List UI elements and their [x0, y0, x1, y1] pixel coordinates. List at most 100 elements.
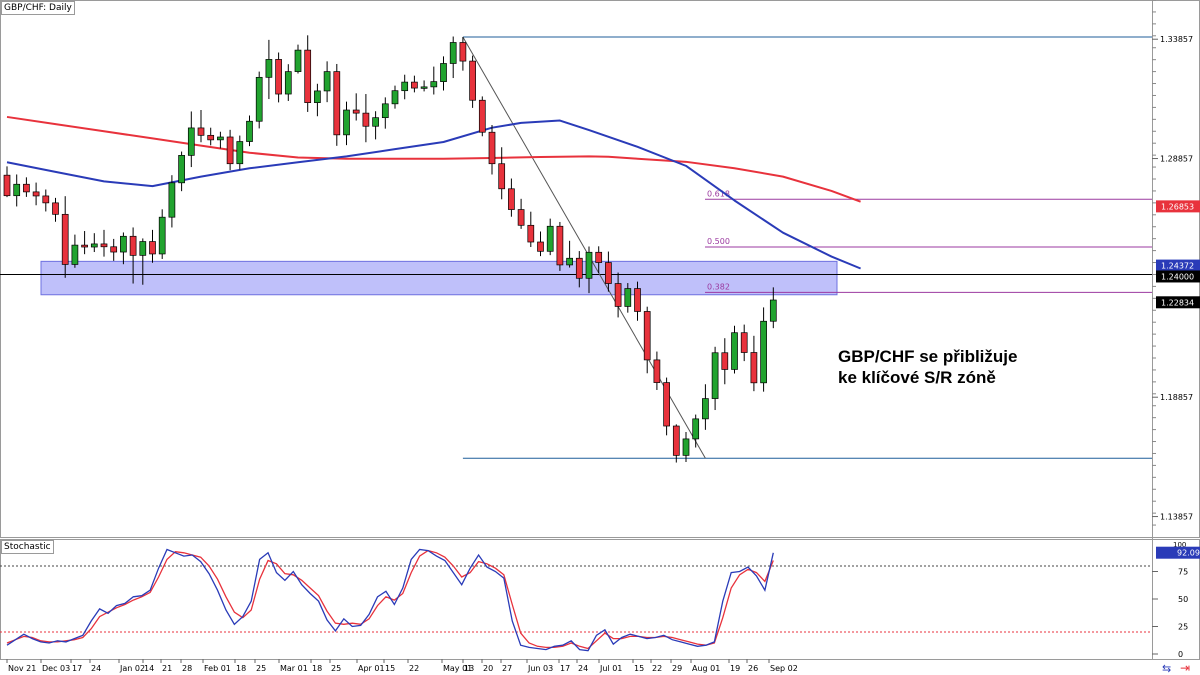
candle-body — [294, 49, 302, 72]
candle-body — [178, 155, 185, 184]
candle — [187, 111, 195, 168]
candle — [488, 125, 496, 175]
time-tick-label: Apr 01 — [358, 664, 385, 673]
time-tick-label: Dec 03 — [42, 664, 70, 673]
candle-body — [217, 136, 224, 141]
candle-body — [614, 283, 622, 307]
candle-body — [246, 120, 253, 142]
candle — [760, 307, 767, 392]
candle-body — [760, 320, 767, 384]
candle-body — [352, 109, 360, 114]
annotation-line-2: ke klíčové S/R zóně — [838, 368, 996, 387]
time-tick-label: 20 — [483, 664, 493, 673]
candle-body — [498, 163, 506, 190]
candle-body — [750, 352, 758, 384]
candle — [478, 96, 486, 137]
chart-title: GBP/CHF: Daily — [1, 1, 75, 15]
candle-body — [187, 127, 195, 156]
chart-canvas[interactable]: 0.6180.5000.382 1.338571.288571.188571.1… — [0, 0, 1200, 675]
candle-body — [362, 112, 370, 127]
candle-body — [721, 352, 729, 370]
candle-body — [692, 418, 700, 440]
price-badge-label: 1.26853 — [1161, 202, 1194, 211]
time-tick-label: 14 — [144, 664, 154, 673]
candle — [546, 218, 554, 256]
candle — [352, 93, 360, 121]
time-tick-label: 18 — [236, 664, 246, 673]
candle — [275, 52, 282, 103]
candle — [672, 424, 680, 463]
price-axis-layer: 1.33857 1.28857 1.18857 1.13857 1.26853 1.243… — [1152, 0, 1200, 526]
time-tick-label: 24 — [91, 664, 101, 673]
candle-body — [265, 59, 273, 78]
candle-body — [556, 225, 564, 266]
candle-body — [449, 42, 457, 64]
candle-body — [643, 311, 651, 361]
time-tick-label: 15 — [634, 664, 644, 673]
time-tick-label: 28 — [182, 664, 192, 673]
candle — [32, 182, 40, 206]
candle — [284, 64, 292, 101]
candle-body — [129, 235, 137, 256]
candle — [13, 174, 21, 207]
candle-body — [663, 382, 670, 427]
candle — [420, 80, 428, 92]
time-tick-label: 13 — [464, 664, 474, 673]
time-tick-label: 29 — [672, 664, 682, 673]
fibonacci-layer: 0.6180.5000.382 — [462, 36, 1152, 459]
candle — [449, 36, 457, 79]
candle-body — [284, 71, 292, 95]
candle — [120, 232, 127, 265]
time-tick-label: Jan 02 — [119, 664, 145, 673]
candle-body — [546, 225, 554, 252]
candle-body — [23, 183, 30, 193]
candle — [653, 351, 661, 390]
candle — [498, 147, 506, 200]
candle-body — [226, 136, 234, 165]
candle — [236, 135, 244, 170]
candle — [42, 189, 50, 212]
candle — [401, 74, 409, 100]
candle — [81, 231, 88, 255]
candle-body — [304, 49, 312, 103]
arrow-icon[interactable]: ⇥ — [1180, 661, 1190, 675]
candle — [246, 115, 253, 147]
candle-body — [653, 359, 661, 383]
time-tick-label: 27 — [502, 664, 512, 673]
candle-body — [32, 191, 40, 197]
moving-average-0 — [6, 115, 861, 203]
stochastic-pane-frame — [0, 539, 1200, 660]
candle-body — [459, 42, 467, 62]
candle-body — [391, 90, 399, 105]
candle — [3, 166, 11, 198]
candle — [110, 238, 118, 261]
candle — [692, 414, 700, 448]
candle-body — [682, 438, 690, 456]
chart-annotation: GBP/CHF se přibližuje ke klíčové S/R zón… — [838, 346, 1017, 388]
candle-body — [236, 141, 244, 165]
candle-body — [168, 182, 176, 218]
candle-body — [731, 332, 738, 370]
link-icon[interactable]: ⇆ — [1162, 662, 1171, 675]
time-tick-label: 25 — [331, 664, 341, 673]
candle-body — [343, 109, 350, 136]
price-badge-label: 1.24000 — [1161, 272, 1194, 281]
time-tick-label: 18 — [312, 664, 322, 673]
candle — [372, 111, 379, 140]
candle-body — [566, 257, 573, 266]
candle — [265, 39, 273, 100]
stoch-tick-label: 25 — [1178, 623, 1188, 632]
candle-body — [401, 81, 409, 92]
time-tick-label: 25 — [256, 664, 266, 673]
price-tick-label: 1.33857 — [1160, 35, 1193, 44]
candle — [566, 240, 573, 268]
candle — [197, 110, 205, 143]
candle-body — [381, 103, 389, 119]
candle — [23, 177, 30, 197]
time-tick-label: 19 — [730, 664, 740, 673]
time-tick-label: 24 — [578, 664, 588, 673]
candle — [149, 229, 156, 263]
candle — [682, 431, 690, 463]
time-tick-label: 21 — [162, 664, 172, 673]
stoch-signal-line — [6, 549, 774, 650]
